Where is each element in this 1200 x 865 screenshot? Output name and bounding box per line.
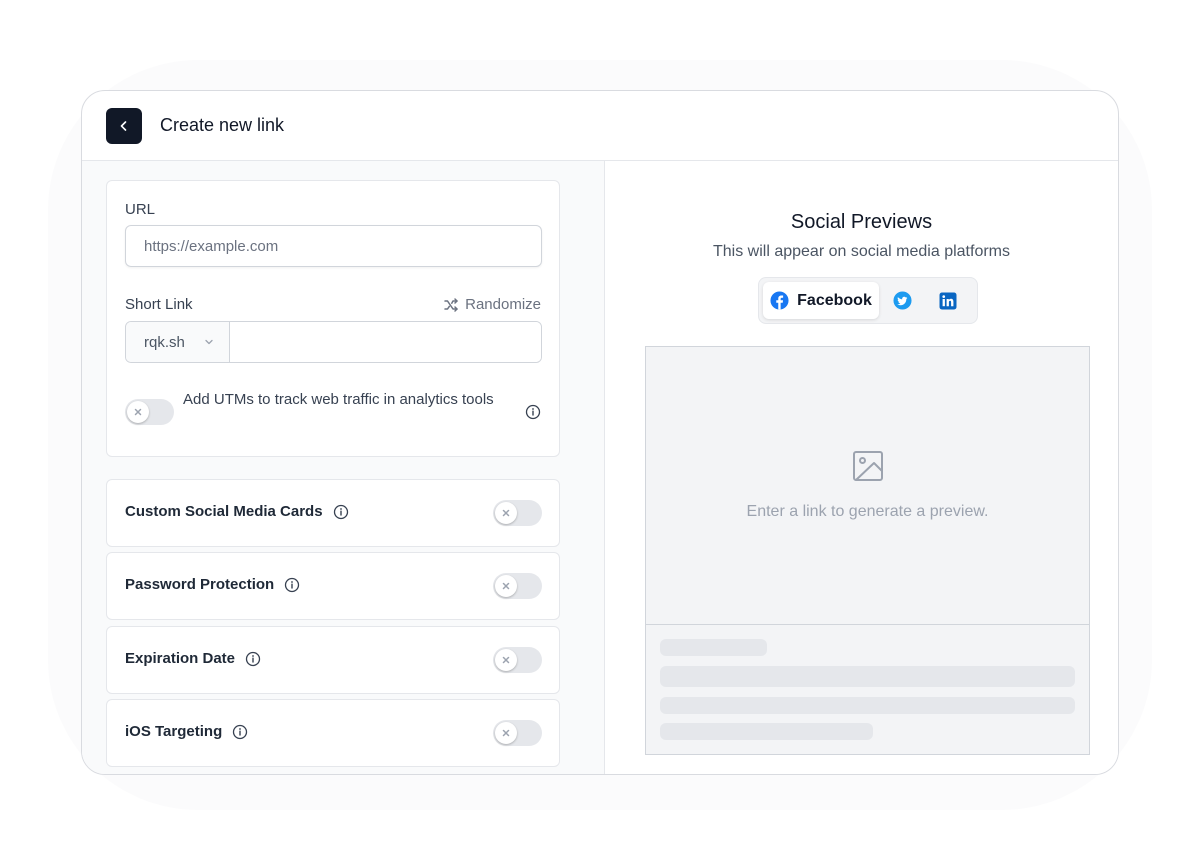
custom-social-cards-toggle[interactable] xyxy=(493,500,542,526)
expiration-date-toggle[interactable] xyxy=(493,647,542,673)
utm-description: Add UTMs to track web traffic in analyti… xyxy=(183,391,494,408)
social-preview-pane: Social Previews This will appear on soci… xyxy=(605,161,1118,774)
modal-title: Create new link xyxy=(160,115,285,135)
chevron-left-icon xyxy=(120,120,127,131)
option-label: Expiration Date xyxy=(125,650,261,667)
option-label: Custom Social Media Cards xyxy=(125,503,349,520)
utm-toggle[interactable] xyxy=(125,399,174,425)
link-form-pane: URL Short Link Randomize rqk.sh xyxy=(82,161,605,774)
option-ios-targeting: iOS Targeting xyxy=(106,699,560,767)
option-label: Password Protection xyxy=(125,576,300,593)
option-title: iOS Targeting xyxy=(125,723,223,740)
info-icon[interactable] xyxy=(525,404,541,420)
info-icon[interactable] xyxy=(232,724,248,740)
facebook-icon xyxy=(770,291,789,310)
x-icon xyxy=(502,582,510,590)
option-custom-social-cards: Custom Social Media Cards xyxy=(106,479,560,547)
short-link-label: Short Link xyxy=(125,296,193,313)
info-icon[interactable] xyxy=(284,577,300,593)
modal-header: Create new link xyxy=(82,91,1118,161)
option-title: Password Protection xyxy=(125,576,275,593)
tab-linkedin[interactable] xyxy=(925,282,971,319)
domain-select[interactable]: rqk.sh xyxy=(126,322,230,362)
skeleton-title xyxy=(660,666,1075,687)
social-previews-subtitle: This will appear on social media platfor… xyxy=(712,243,1010,260)
preview-message: Enter a link to generate a preview. xyxy=(746,503,989,520)
ios-targeting-toggle[interactable] xyxy=(493,720,542,746)
toggle-knob xyxy=(495,649,517,671)
short-link-field: rqk.sh xyxy=(125,321,542,363)
option-label: iOS Targeting xyxy=(125,723,248,740)
social-previews-title: Social Previews xyxy=(790,211,933,233)
info-icon[interactable] xyxy=(333,504,349,520)
info-icon[interactable] xyxy=(245,651,261,667)
url-label: URL xyxy=(125,201,156,218)
skeleton-description-line xyxy=(660,723,873,740)
tab-facebook-label: Facebook xyxy=(797,291,872,309)
x-icon xyxy=(502,509,510,517)
option-password-protection: Password Protection xyxy=(106,552,560,620)
randomize-label: Randomize xyxy=(465,296,541,313)
option-expiration-date: Expiration Date xyxy=(106,626,560,694)
skeleton-description-line xyxy=(660,697,1075,714)
tab-twitter[interactable] xyxy=(879,282,925,319)
option-title: Custom Social Media Cards xyxy=(125,503,323,520)
tab-facebook[interactable]: Facebook xyxy=(763,282,879,319)
facebook-preview-card: Enter a link to generate a preview. xyxy=(645,346,1090,755)
skeleton-domain xyxy=(660,639,767,656)
toggle-knob xyxy=(495,722,517,744)
toggle-knob xyxy=(495,502,517,524)
back-button[interactable] xyxy=(106,107,142,144)
x-icon xyxy=(502,656,510,664)
option-title: Expiration Date xyxy=(125,650,236,667)
twitter-icon xyxy=(892,291,912,310)
image-icon xyxy=(853,451,883,481)
preview-image-placeholder: Enter a link to generate a preview. xyxy=(646,347,1089,625)
create-link-modal: Create new link URL Short Link Randomize… xyxy=(81,90,1119,775)
short-key-input[interactable] xyxy=(230,322,541,362)
x-icon xyxy=(134,408,142,416)
url-card: URL Short Link Randomize rqk.sh xyxy=(106,180,560,457)
domain-value: rqk.sh xyxy=(144,333,185,351)
platform-tabs: Facebook xyxy=(758,277,978,324)
linkedin-icon xyxy=(939,292,957,309)
password-protection-toggle[interactable] xyxy=(493,573,542,599)
chevron-down-icon xyxy=(205,339,213,345)
toggle-knob xyxy=(495,575,517,597)
url-input[interactable] xyxy=(125,225,542,267)
shuffle-icon xyxy=(444,297,458,312)
toggle-knob xyxy=(127,401,149,423)
x-icon xyxy=(502,729,510,737)
randomize-button[interactable]: Randomize xyxy=(443,296,541,313)
